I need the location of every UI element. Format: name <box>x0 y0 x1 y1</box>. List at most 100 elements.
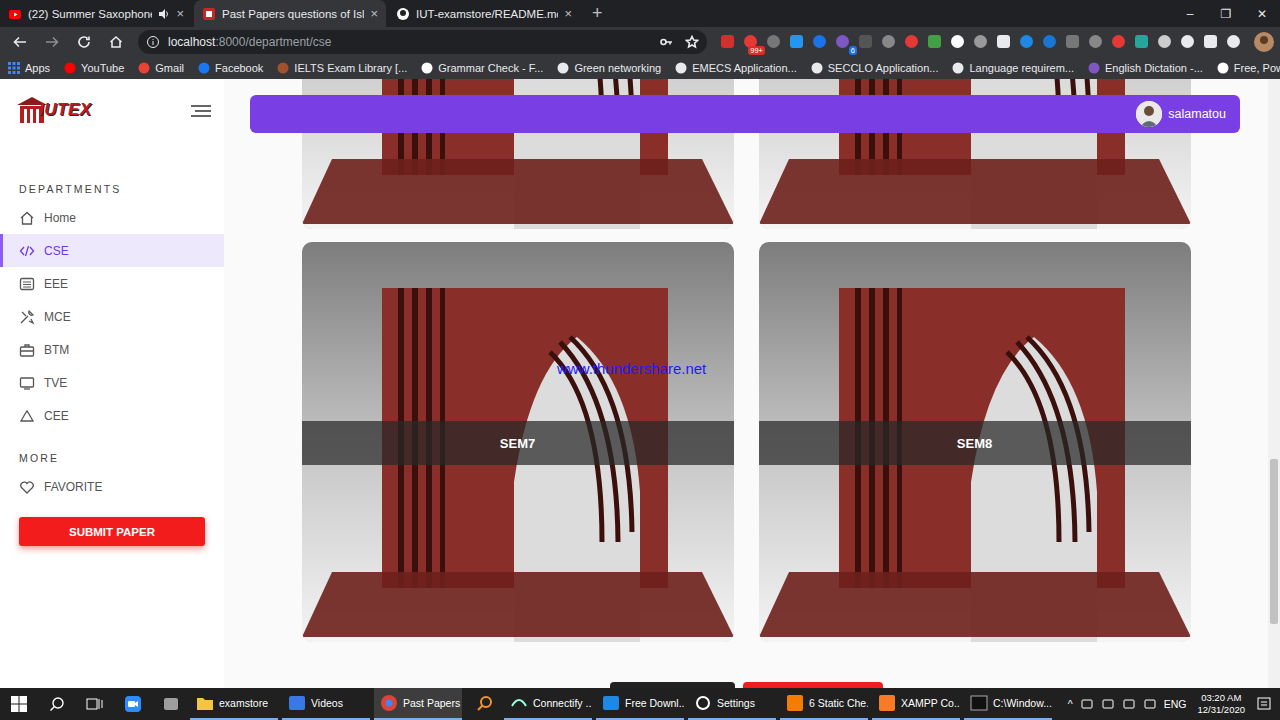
star-icon[interactable] <box>685 35 699 49</box>
extension-icon[interactable] <box>1225 34 1241 50</box>
app-icon <box>510 694 528 712</box>
sidebar-item[interactable]: CEE <box>0 399 224 432</box>
semester-card[interactable]: SEM8 <box>759 242 1191 642</box>
bookmark[interactable]: Language requirem... <box>952 62 1074 74</box>
extension-icon[interactable] <box>972 34 988 50</box>
dark-button[interactable] <box>610 682 735 688</box>
browser-tab[interactable]: Past Papers questions of Islamic× <box>194 0 386 27</box>
new-tab-button[interactable]: + <box>582 0 613 27</box>
user-avatar[interactable] <box>1136 101 1162 127</box>
extension-icon[interactable] <box>926 34 942 50</box>
extension-icon[interactable] <box>1133 34 1149 50</box>
extension-icon[interactable] <box>1202 34 1218 50</box>
taskbar-app[interactable]: Settings <box>688 688 776 720</box>
extension-icon[interactable]: 99+ <box>742 34 758 50</box>
extension-icon[interactable] <box>1156 34 1172 50</box>
minimize-button[interactable]: – <box>1172 0 1208 27</box>
bookmark[interactable]: English Dictation -... <box>1088 62 1203 74</box>
bookmark[interactable]: Green networking <box>557 62 661 74</box>
extension-icon[interactable] <box>1018 34 1034 50</box>
tab-close-button[interactable]: × <box>564 6 572 21</box>
extension-icon[interactable] <box>880 34 896 50</box>
close-button[interactable]: ✕ <box>1244 0 1280 27</box>
scrollbar-thumb[interactable] <box>1270 459 1278 624</box>
card-label-band: SEM7 <box>302 421 734 465</box>
extension-icon[interactable] <box>765 34 781 50</box>
browser-tab[interactable]: IUT-examstore/README.md at m× <box>388 0 580 27</box>
taskbar-app[interactable]: C:\Window... <box>964 688 1052 720</box>
extension-icon[interactable] <box>811 34 827 50</box>
logo[interactable]: IUTEX <box>15 95 92 125</box>
bookmark-icon <box>277 62 289 74</box>
extension-icon[interactable] <box>1110 34 1126 50</box>
bookmark[interactable]: Apps <box>8 62 50 74</box>
profile-icon[interactable] <box>1254 32 1274 52</box>
network-icon[interactable] <box>1080 697 1094 711</box>
extension-icon[interactable] <box>857 34 873 50</box>
forward-icon[interactable] <box>38 30 66 54</box>
taskbar-app[interactable]: 6 Static Che... <box>780 688 868 720</box>
reload-icon[interactable] <box>70 30 98 54</box>
tray-chevron[interactable]: ^ <box>1068 698 1073 710</box>
back-icon[interactable] <box>6 30 34 54</box>
bookmark[interactable]: Facebook <box>198 62 263 74</box>
extension-icon[interactable] <box>788 34 804 50</box>
sidebar-item[interactable]: CSE <box>0 234 224 267</box>
extension-icon[interactable] <box>903 34 919 50</box>
bookmark[interactable]: Free, Powerful Engli... <box>1217 62 1280 74</box>
cloud-icon[interactable] <box>1143 697 1157 711</box>
taskbar-app[interactable]: XAMPP Co... <box>872 688 960 720</box>
taskbar-app[interactable]: Videos <box>282 688 370 720</box>
home-icon[interactable] <box>102 30 130 54</box>
red-button[interactable] <box>743 682 883 688</box>
browser-tab[interactable]: (22) Summer Saxophone Da× <box>0 0 192 27</box>
extension-icon[interactable] <box>719 34 735 50</box>
taskbar-app[interactable]: Connectify ... <box>504 688 592 720</box>
logo-text: IUTEX <box>39 100 92 120</box>
menu-icon[interactable] <box>190 104 212 118</box>
scrollbar[interactable] <box>1268 79 1280 688</box>
sidebar-item[interactable]: Home <box>0 201 224 234</box>
sidebar-item[interactable]: TVE <box>0 366 224 399</box>
taskbar-app[interactable]: Free Downl... <box>596 688 684 720</box>
bookmark[interactable]: IELTS Exam Library [... <box>277 62 407 74</box>
bookmark[interactable]: YouTube <box>64 62 124 74</box>
battery-icon[interactable] <box>1101 697 1115 711</box>
bookmark[interactable]: EMECS Application... <box>675 62 797 74</box>
submit-paper-button[interactable]: SUBMIT PAPER <box>19 517 205 546</box>
sidebar-item[interactable]: FAVORITE <box>0 470 224 503</box>
bookmark[interactable]: Grammar Check - F... <box>421 62 543 74</box>
extension-icon[interactable] <box>995 34 1011 50</box>
card-label: SEM7 <box>500 436 535 451</box>
language-indicator[interactable]: ENG <box>1164 698 1187 710</box>
tab-close-button[interactable]: × <box>370 6 378 21</box>
extension-icon[interactable] <box>1087 34 1103 50</box>
sidebar-item[interactable]: EEE <box>0 267 224 300</box>
windows-start-icon[interactable] <box>0 688 38 720</box>
username[interactable]: salamatou <box>1168 107 1226 121</box>
search-app-icon[interactable] <box>466 688 504 720</box>
clock[interactable]: 03:20 AM12/31/2020 <box>1193 692 1249 716</box>
task-view-icon[interactable] <box>76 688 114 720</box>
zoom-icon[interactable] <box>114 688 152 720</box>
tab-close-button[interactable]: × <box>176 6 184 21</box>
extension-icon[interactable]: 6 <box>834 34 850 50</box>
semester-card[interactable]: SEM7 <box>302 242 734 642</box>
sidebar-item[interactable]: BTM <box>0 333 224 366</box>
bookmark[interactable]: Gmail <box>138 62 184 74</box>
search-icon[interactable] <box>38 688 76 720</box>
address-bar[interactable]: localhost:8000/department/cse <box>138 30 707 54</box>
extension-icon[interactable] <box>1064 34 1080 50</box>
taskbar-app[interactable]: Past Papers ... <box>374 688 462 720</box>
extension-icon[interactable] <box>1179 34 1195 50</box>
taskbar-app[interactable]: examstore <box>190 688 278 720</box>
bookmark[interactable]: SECCLO Application... <box>811 62 939 74</box>
sidebar-item[interactable]: MCE <box>0 300 224 333</box>
notification-icon[interactable] <box>1256 696 1272 712</box>
app-icon[interactable] <box>152 688 190 720</box>
key-icon[interactable] <box>659 35 673 49</box>
extension-icon[interactable] <box>949 34 965 50</box>
volume-icon[interactable] <box>1122 697 1136 711</box>
restore-button[interactable]: ❐ <box>1208 0 1244 27</box>
extension-icon[interactable] <box>1041 34 1057 50</box>
